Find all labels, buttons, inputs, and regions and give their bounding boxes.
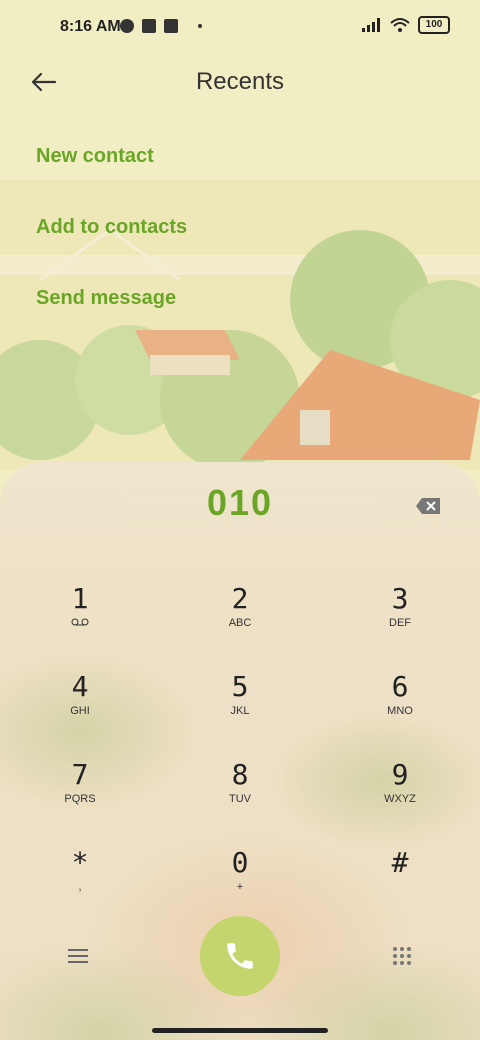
status-bar: 8:16 AM 100 — [0, 0, 480, 56]
send-message-button[interactable]: Send message — [36, 287, 456, 358]
key-5[interactable]: 5 JKL — [180, 670, 300, 740]
key-9[interactable]: 9 WXYZ — [340, 758, 460, 828]
call-button[interactable] — [200, 916, 280, 996]
add-to-contacts-button[interactable]: Add to contacts — [36, 216, 456, 287]
key-digit: 7 — [71, 758, 89, 791]
key-7[interactable]: 7 PQRS — [20, 758, 140, 828]
status-system-icons: 100 — [362, 16, 450, 34]
key-digit: 3 — [391, 582, 409, 615]
key-star[interactable]: * , — [20, 846, 140, 916]
key-digit: 5 — [231, 670, 249, 703]
key-digit: 0 — [231, 846, 249, 879]
header: Recents — [0, 56, 480, 106]
key-digit: 9 — [391, 758, 409, 791]
voicemail-icon — [20, 617, 140, 629]
menu-icon[interactable] — [68, 948, 88, 964]
key-4[interactable]: 4 GHI — [20, 670, 140, 740]
key-letters: GHI — [70, 705, 90, 717]
key-digit: 2 — [231, 582, 249, 615]
key-digit: 1 — [71, 582, 89, 615]
home-indicator[interactable] — [152, 1028, 328, 1033]
status-time: 8:16 AM — [60, 18, 121, 35]
key-digit: 4 — [71, 670, 89, 703]
keypad-toggle-icon[interactable] — [392, 946, 412, 966]
key-2[interactable]: 2 ABC — [180, 582, 300, 652]
key-6[interactable]: 6 MNO — [340, 670, 460, 740]
more-notifications-icon — [198, 24, 202, 28]
key-8[interactable]: 8 TUV — [180, 758, 300, 828]
key-hash[interactable]: # — [340, 846, 460, 916]
key-letters: ABC — [228, 617, 252, 629]
new-contact-button[interactable]: New contact — [36, 145, 456, 216]
key-0[interactable]: 0 + — [180, 846, 300, 916]
backspace-icon[interactable] — [416, 498, 440, 514]
key-letters: DEF — [389, 617, 411, 629]
key-1[interactable]: 1 — [20, 582, 140, 652]
dialed-number: 010 — [206, 482, 274, 523]
action-menu: New contact Add to contacts Send message — [36, 145, 456, 358]
key-letters: + — [236, 881, 244, 893]
page-title: Recents — [195, 68, 285, 95]
key-letters: TUV — [229, 793, 251, 805]
phone-icon — [227, 943, 253, 969]
upload-notification-icon — [164, 19, 178, 33]
key-digit: # — [391, 846, 409, 879]
dialer-bottom-bar — [0, 916, 480, 996]
key-3[interactable]: 3 DEF — [340, 582, 460, 652]
status-notification-icons — [120, 19, 202, 33]
app-notification-icon — [120, 19, 134, 33]
key-letters: PQRS — [64, 793, 96, 805]
key-letters: JKL — [230, 705, 250, 717]
key-digit: * — [71, 846, 89, 879]
key-digit: 6 — [391, 670, 409, 703]
key-digit: 8 — [231, 758, 249, 791]
square-notification-icon — [142, 19, 156, 33]
key-letters: WXYZ — [384, 793, 416, 805]
key-letters: MNO — [387, 705, 413, 717]
signal-icon — [362, 18, 380, 32]
wifi-icon — [390, 18, 410, 32]
battery-indicator: 100 — [418, 16, 450, 34]
key-letters: , — [78, 881, 82, 893]
